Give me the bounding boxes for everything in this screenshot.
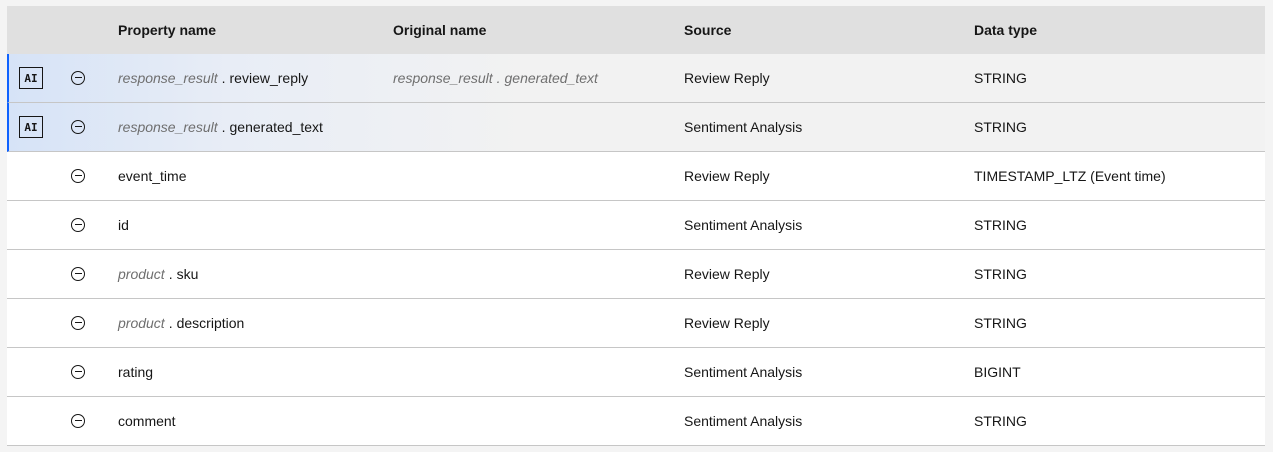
- data-type: STRING: [974, 266, 1027, 282]
- source: Sentiment Analysis: [684, 217, 803, 233]
- property-prefix: product: [118, 266, 165, 282]
- remove-circle-icon[interactable]: [71, 316, 85, 330]
- column-header-original-name[interactable]: Original name: [393, 6, 486, 54]
- property-separator: .: [168, 315, 173, 331]
- column-header-data-type[interactable]: Data type: [974, 6, 1037, 54]
- property-name-value: rating: [118, 364, 154, 380]
- property-name: response_result . review_reply: [118, 54, 308, 102]
- remove-property-cell: [71, 250, 85, 298]
- property-name-value: review_reply: [229, 70, 309, 86]
- ai-icon: AI: [19, 67, 43, 89]
- table-row[interactable]: AI response_result . generated_text Sentim…: [7, 103, 1265, 152]
- property-name: product . description: [118, 299, 244, 347]
- data-type: STRING: [974, 217, 1027, 233]
- data-type: STRING: [974, 315, 1027, 331]
- property-prefix: response_result: [118, 119, 218, 135]
- remove-circle-icon[interactable]: [71, 414, 85, 428]
- data-type: BIGINT: [974, 364, 1021, 380]
- property-name: rating: [118, 348, 153, 396]
- ai-generated-badge: AI: [19, 54, 43, 102]
- original-prefix: response_result: [393, 70, 493, 86]
- ai-icon: AI: [19, 116, 43, 138]
- source: Sentiment Analysis: [684, 364, 803, 380]
- table-row[interactable]: event_time Review Reply TIMESTAMP_LTZ (Eve…: [7, 152, 1265, 201]
- table-header: Property name Original name Source Data …: [7, 6, 1265, 54]
- table-row[interactable]: comment Sentiment Analysis STRING: [7, 397, 1265, 446]
- remove-property-cell: [71, 54, 85, 102]
- remove-circle-icon[interactable]: [71, 267, 85, 281]
- source: Sentiment Analysis: [684, 413, 803, 429]
- property-name: product . sku: [118, 250, 198, 298]
- column-header-source[interactable]: Source: [684, 6, 731, 54]
- remove-circle-icon[interactable]: [71, 169, 85, 183]
- table-body: AI response_result . review_reply response…: [7, 54, 1265, 446]
- source: Sentiment Analysis: [684, 119, 803, 135]
- property-name-value: generated_text: [229, 119, 323, 135]
- remove-property-cell: [71, 103, 85, 151]
- property-name: id: [118, 201, 129, 249]
- table-row[interactable]: id Sentiment Analysis STRING: [7, 201, 1265, 250]
- property-name-value: id: [118, 217, 129, 233]
- property-separator: .: [221, 70, 226, 86]
- property-name-value: sku: [176, 266, 199, 282]
- table-row[interactable]: product . description Review Reply STRING: [7, 299, 1265, 348]
- source: Review Reply: [684, 168, 770, 184]
- original-separator: .: [496, 70, 501, 86]
- data-type: STRING: [974, 70, 1027, 86]
- original-name: response_result . generated_text: [393, 54, 598, 102]
- remove-circle-icon[interactable]: [71, 365, 85, 379]
- table-row[interactable]: product . sku Review Reply STRING: [7, 250, 1265, 299]
- property-name-value: comment: [118, 413, 176, 429]
- data-type: STRING: [974, 119, 1027, 135]
- property-name: response_result . generated_text: [118, 103, 323, 151]
- remove-circle-icon[interactable]: [71, 71, 85, 85]
- column-header-property-name[interactable]: Property name: [118, 6, 216, 54]
- source: Review Reply: [684, 70, 770, 86]
- table-row[interactable]: rating Sentiment Analysis BIGINT: [7, 348, 1265, 397]
- remove-circle-icon[interactable]: [71, 218, 85, 232]
- data-type: TIMESTAMP_LTZ (Event time): [974, 168, 1166, 184]
- property-prefix: response_result: [118, 70, 218, 86]
- property-name: event_time: [118, 152, 186, 200]
- data-type: STRING: [974, 413, 1027, 429]
- remove-property-cell: [71, 299, 85, 347]
- property-separator: .: [168, 266, 173, 282]
- source: Review Reply: [684, 315, 770, 331]
- property-name: comment: [118, 397, 176, 445]
- remove-circle-icon[interactable]: [71, 120, 85, 134]
- property-name-value: description: [176, 315, 245, 331]
- property-prefix: product: [118, 315, 165, 331]
- source: Review Reply: [684, 266, 770, 282]
- remove-property-cell: [71, 152, 85, 200]
- table-row[interactable]: AI response_result . review_reply response…: [7, 54, 1265, 103]
- property-separator: .: [221, 119, 226, 135]
- remove-property-cell: [71, 397, 85, 445]
- ai-generated-badge: AI: [19, 103, 43, 151]
- schema-table: Property name Original name Source Data …: [7, 6, 1265, 446]
- original-name-value: generated_text: [504, 70, 598, 86]
- property-name-value: event_time: [118, 168, 187, 184]
- remove-property-cell: [71, 348, 85, 396]
- remove-property-cell: [71, 201, 85, 249]
